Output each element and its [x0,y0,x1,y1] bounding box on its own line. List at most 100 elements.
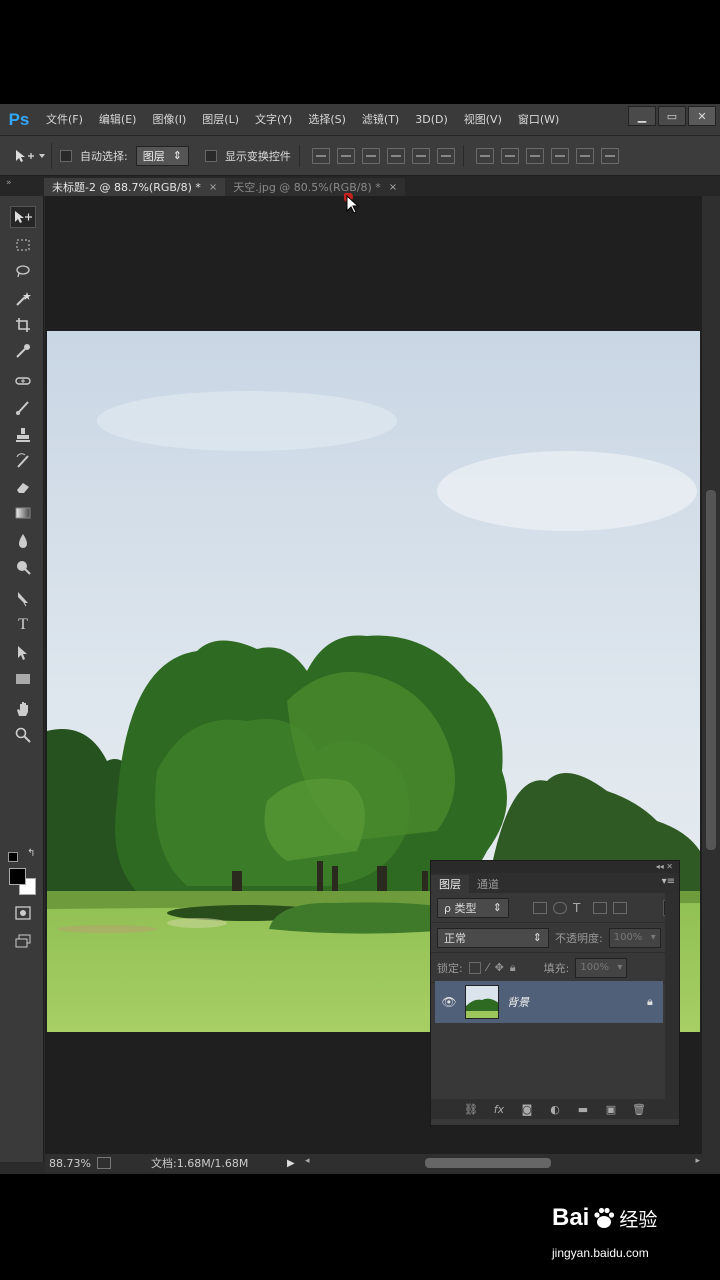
blend-mode-select[interactable]: 正常 ⇕ [437,927,549,948]
scroll-right-icon[interactable]: ▸ [695,1156,700,1166]
menu-type[interactable]: 文字(Y) [247,104,300,136]
align-vertical-centers-icon[interactable] [336,147,355,164]
eyedropper-icon[interactable] [10,340,36,362]
type-tool-icon[interactable]: T [10,614,36,636]
menu-filter[interactable]: 滤镜(T) [354,104,407,136]
distribute-center-icon[interactable] [500,147,519,164]
close-icon[interactable]: × [209,182,217,193]
lock-all-icon[interactable]: 🔒︎ [510,961,516,975]
maximize-icon[interactable]: ▭ [658,106,686,126]
visibility-eye-icon[interactable]: 👁︎ [441,995,457,1009]
lasso-tool-icon[interactable] [10,260,36,282]
filter-shape-icon[interactable] [593,901,607,914]
history-brush-icon[interactable] [10,450,36,472]
adjustment-layer-icon[interactable]: ◐ [548,1103,562,1116]
distribute-right-icon[interactable] [600,147,619,164]
layer-background[interactable]: 👁︎ 背景 🔒︎ [435,981,663,1023]
close-icon[interactable]: ✕ [688,106,716,126]
align-left-edges-icon[interactable] [386,147,405,164]
menu-edit[interactable]: 编辑(E) [91,104,145,136]
panel-menu-icon[interactable]: ▾≡ [662,876,675,887]
delete-layer-icon[interactable]: 🗑︎ [632,1103,646,1116]
distribute-top-icon[interactable] [475,147,494,164]
panel-collapse-icon[interactable]: ◂◂ ✕ [431,861,679,873]
new-layer-icon[interactable]: ▣ [604,1103,618,1116]
menu-view[interactable]: 视图(V) [456,104,510,136]
move-tool-icon [15,149,45,162]
horizontal-scrollbar[interactable]: ◂ ▸ [305,1156,720,1170]
gradient-tool-icon[interactable] [10,502,36,524]
crop-tool-icon[interactable] [10,314,36,336]
distribute-bottom-icon[interactable] [525,147,544,164]
add-mask-icon[interactable]: ◙ [520,1103,534,1116]
healing-brush-icon[interactable] [10,370,36,392]
marquee-tool-icon[interactable] [10,234,36,256]
fill-field[interactable]: 100% ▾ [575,957,628,978]
brush-tool-icon[interactable] [10,396,36,418]
opacity-field[interactable]: 100% ▾ [608,927,661,948]
move-tool-icon[interactable] [10,206,36,228]
lock-icon: 🔒︎ [647,995,653,1008]
distribute-hcenter-icon[interactable] [575,147,594,164]
tab-layers[interactable]: 图层 [431,875,469,893]
tab-channels[interactable]: 通道 [469,875,507,893]
tab-untitled-2[interactable]: 未标题-2 @ 88.7%(RGB/8) * × [44,178,226,196]
panel-scrollbar[interactable] [665,893,679,1101]
menu-3d[interactable]: 3D(D) [407,104,456,136]
rectangle-tool-icon[interactable] [10,668,36,690]
new-group-icon[interactable]: ▬ [576,1103,590,1116]
filter-type-icon[interactable]: T [573,901,587,915]
scroll-left-icon[interactable]: ◂ [305,1156,310,1166]
minimize-icon[interactable]: ▁ [628,106,656,126]
doc-profile-icon[interactable] [97,1157,111,1169]
scroll-thumb[interactable] [706,490,716,850]
menu-window[interactable]: 窗口(W) [510,104,567,136]
clone-stamp-icon[interactable] [10,424,36,446]
collapse-toolbox-icon[interactable]: » [0,176,44,196]
hand-tool-icon[interactable] [10,698,36,720]
dodge-tool-icon[interactable] [10,556,36,578]
lock-transparent-icon[interactable] [468,961,481,974]
link-layers-icon[interactable]: ⛓ [464,1103,478,1116]
tab-sky-jpg[interactable]: 天空.jpg @ 80.5%(RGB/8) * × [225,178,406,196]
path-selection-icon[interactable] [10,642,36,664]
quick-mask-icon[interactable] [10,902,36,924]
align-top-edges-icon[interactable] [311,147,330,164]
filter-smart-object-icon[interactable] [613,901,627,914]
screen-mode-icon[interactable] [10,930,36,952]
layer-name[interactable]: 背景 [507,994,639,1010]
lock-pixels-icon[interactable]: ⁄ [487,961,489,974]
align-buttons [311,147,455,164]
align-bottom-edges-icon[interactable] [361,147,380,164]
pen-tool-icon[interactable] [10,588,36,610]
zoom-level[interactable]: 88.73% [45,1157,97,1170]
scroll-thumb[interactable] [425,1158,551,1168]
magic-wand-icon[interactable] [10,288,36,310]
vertical-scrollbar[interactable] [702,196,720,1154]
fx-icon[interactable]: fx [492,1103,506,1116]
layers-panel: ◂◂ ✕ 图层 通道 ▾≡ ρ 类型 ⇕ T 正常 ⇕ 不透明度: 100% ▾… [430,860,680,1126]
menu-select[interactable]: 选择(S) [300,104,354,136]
auto-select-checkbox[interactable] [60,149,72,162]
auto-select-dropdown[interactable]: 图层 ⇕ [135,145,189,166]
menu-layer[interactable]: 图层(L) [194,104,247,136]
filter-type-select[interactable]: ρ 类型 ⇕ [437,897,509,918]
filter-adjustment-icon[interactable] [553,901,567,914]
eraser-icon[interactable] [10,476,36,498]
status-menu-arrow-icon[interactable]: ▶ [287,1158,299,1169]
align-horizontal-centers-icon[interactable] [411,147,430,164]
zoom-tool-icon[interactable] [10,724,36,746]
show-transform-checkbox[interactable] [204,149,217,162]
swap-colors-icon[interactable]: ↰ [27,848,35,859]
blur-tool-icon[interactable] [10,530,36,552]
default-colors-icon[interactable] [8,852,18,862]
filter-pixel-icon[interactable] [533,901,547,914]
foreground-color-swatch[interactable] [9,868,26,885]
menu-file[interactable]: 文件(F) [38,104,91,136]
close-icon[interactable]: × [389,182,397,193]
menu-image[interactable]: 图像(I) [144,104,194,136]
align-right-edges-icon[interactable] [436,147,455,164]
lock-position-icon[interactable]: ✥ [495,961,504,974]
distribute-left-icon[interactable] [550,147,569,164]
move-tool-preset[interactable] [8,142,52,169]
